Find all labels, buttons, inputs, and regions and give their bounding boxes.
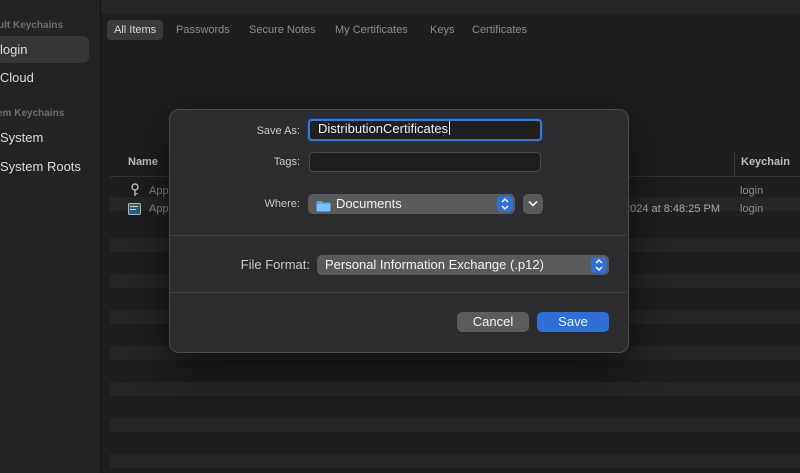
tags-label: Tags: — [273, 156, 300, 168]
save-as-field[interactable]: DistributionCertificates — [308, 119, 542, 141]
where-popup[interactable]: Documents — [308, 194, 515, 214]
dialog-divider — [170, 235, 628, 236]
updown-chevron-icon — [591, 257, 607, 273]
updown-chevron-icon — [497, 196, 513, 212]
sidebar-item-icloud[interactable]: iCloud — [0, 70, 34, 85]
chevron-down-icon — [528, 200, 538, 207]
save-button[interactable]: Save — [537, 312, 609, 332]
save-as-value: DistributionCertificates — [318, 121, 449, 136]
row-name: App — [149, 203, 169, 215]
sidebar-item-system[interactable]: System — [0, 130, 43, 145]
file-format-popup[interactable]: Personal Information Exchange (.p12) — [317, 255, 609, 275]
column-separator — [734, 152, 735, 176]
tab-keys[interactable]: Keys — [423, 20, 461, 40]
text-caret — [449, 121, 451, 135]
save-dialog: Save As: DistributionCertificates Tags: … — [169, 109, 629, 353]
row-keychain: login — [740, 185, 764, 197]
tab-secure-notes[interactable]: Secure Notes — [242, 20, 323, 40]
column-header-name[interactable]: Name — [128, 156, 158, 168]
table-stripe — [110, 418, 800, 432]
tab-all-items[interactable]: All Items — [107, 20, 164, 40]
column-header-keychain[interactable]: Keychain — [741, 156, 790, 168]
certificate-icon — [128, 203, 141, 218]
keychain-sidebar: ult Keychains login iCloud em Keychains … — [0, 0, 101, 473]
row-keychain: login — [740, 203, 764, 215]
tab-passwords[interactable]: Passwords — [169, 20, 237, 40]
expand-browser-button[interactable] — [523, 194, 543, 214]
file-format-value: Personal Information Exchange (.p12) — [325, 257, 544, 272]
default-keychains-heading: ult Keychains — [0, 20, 64, 31]
sidebar-item-login[interactable]: login — [0, 42, 27, 57]
table-stripe — [110, 382, 800, 396]
cancel-button[interactable]: Cancel — [457, 312, 529, 332]
save-as-label: Save As: — [256, 125, 300, 137]
row-name: App — [149, 185, 169, 197]
where-value: Documents — [336, 196, 402, 211]
system-keychains-heading: em Keychains — [0, 108, 65, 119]
tab-certificates[interactable]: Certificates — [465, 20, 534, 40]
sidebar-item-system-roots[interactable]: System Roots — [0, 159, 81, 174]
toolbar-strip — [101, 0, 800, 14]
file-format-label: File Format: — [240, 257, 310, 272]
tab-my-certificates[interactable]: My Certificates — [328, 20, 415, 40]
table-stripe — [110, 454, 800, 468]
dialog-divider — [170, 292, 628, 293]
folder-icon — [316, 198, 331, 212]
row-date: 2024 at 8:48:25 PM — [624, 203, 721, 215]
where-label: Where: — [264, 198, 300, 210]
tags-field[interactable] — [309, 152, 541, 172]
